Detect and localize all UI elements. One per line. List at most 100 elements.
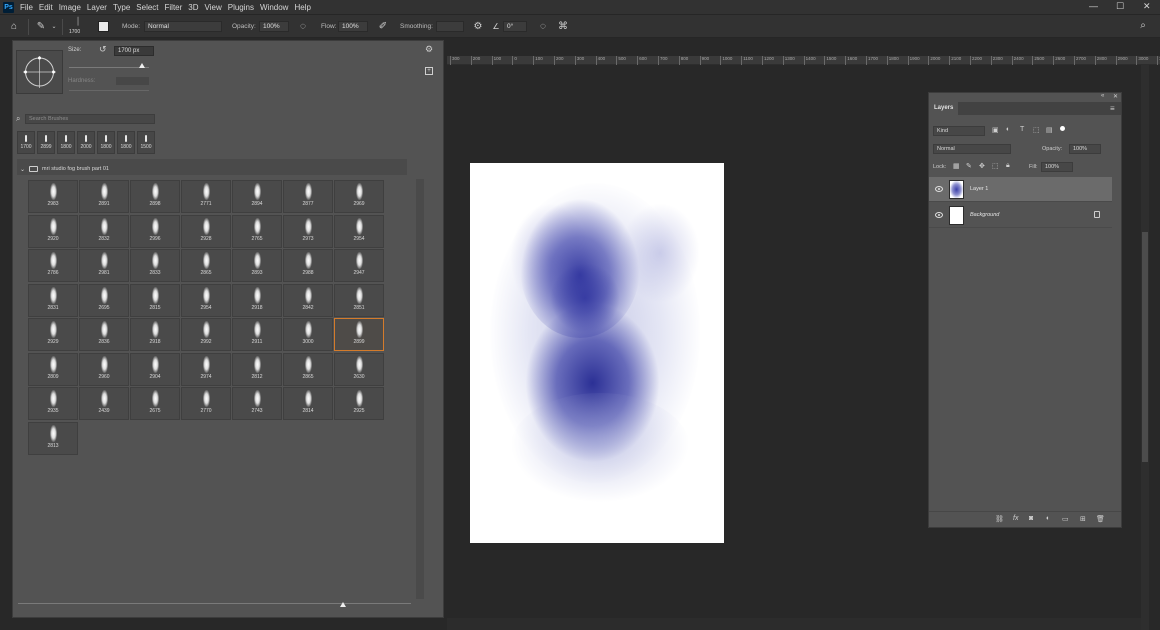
brush-preset[interactable]: 2935 [28,387,78,420]
brush-preset[interactable]: 2851 [334,283,384,317]
brush-preset[interactable]: 2439 [79,387,129,420]
recent-brush[interactable]: 1500 [137,131,155,154]
brush-preset[interactable]: 2809 [28,352,78,386]
brush-preset[interactable]: 2891 [79,180,129,213]
panel-menu-icon[interactable]: ≡ [1110,104,1115,113]
filter-pixel-icon[interactable]: ▣ [992,126,999,134]
brush-tip-preview[interactable] [16,50,63,94]
menu-file[interactable]: File [20,3,33,12]
brush-preset[interactable]: 2899 [334,318,384,351]
brush-preset[interactable]: 2925 [334,387,384,420]
brush-preset[interactable]: 2988 [283,249,333,282]
link-icon[interactable]: ⛓ [995,515,1004,523]
new-brush-icon[interactable]: + [425,67,433,75]
brush-preset[interactable]: 2918 [130,318,180,351]
close-panel-icon[interactable]: ✕ [1113,93,1118,100]
brush-preset[interactable]: 2920 [28,214,78,248]
brush-preset[interactable]: 2894 [232,180,282,213]
lock-position-icon[interactable]: ✥ [979,162,985,170]
preview-size-slider-thumb[interactable] [340,602,346,607]
brush-tool-icon[interactable]: ✎ [35,21,47,33]
chevron-down-icon[interactable]: ⌄ [20,166,25,173]
brush-preset[interactable]: 2786 [28,249,78,282]
vertical-scrollbar-thumb[interactable] [1142,232,1148,462]
pressure-size-icon[interactable]: ◌ [537,21,549,33]
menu-layer[interactable]: Layer [87,3,107,12]
size-slider-thumb[interactable] [139,63,145,68]
flow-field[interactable]: 100% [338,21,368,32]
collapse-panel-icon[interactable]: « [1101,93,1104,99]
filter-smart-object-icon[interactable]: ▤ [1046,126,1053,134]
folder-icon[interactable]: ▭ [1062,515,1069,523]
pressure-opacity-icon[interactable]: ◌ [297,21,309,33]
brush-preset[interactable]: 2630 [334,352,384,386]
brush-preset[interactable]: 2831 [28,283,78,317]
horizontal-ruler[interactable]: 300 200 100 0 100 200 300 400 500 600 700 800 900 100… [447,56,1160,65]
brush-preset[interactable]: 2771 [181,180,231,213]
filter-adjustment-icon[interactable]: ◐ [1006,126,1010,133]
brush-preset[interactable]: 2842 [283,283,333,317]
preview-size-slider-track[interactable] [18,603,411,604]
brush-preset[interactable]: 2992 [181,318,231,351]
menu-select[interactable]: Select [136,3,158,12]
layer-name[interactable]: Background [970,212,999,218]
filter-shape-icon[interactable]: ⬚ [1033,126,1040,134]
brush-preset[interactable]: 2813 [28,421,78,455]
brush-preset[interactable]: 2743 [232,387,282,420]
menu-help[interactable]: Help [294,3,310,12]
brush-panel-scrollbar[interactable] [416,179,424,599]
brush-preset[interactable]: 2960 [79,352,129,386]
menu-window[interactable]: Window [260,3,288,12]
airbrush-icon[interactable]: ✐ [377,21,389,33]
trash-icon[interactable]: 🗑︎ [1096,515,1105,523]
gear-icon[interactable]: ⚙ [472,21,484,33]
lock-all-icon[interactable]: 🔒︎ [1006,162,1010,170]
layer-name[interactable]: Layer 1 [970,186,988,192]
filter-kind-select[interactable]: Kind [933,126,985,136]
filter-toggle-icon[interactable] [1060,126,1065,131]
brush-preset[interactable]: 2675 [130,387,180,420]
brush-preset[interactable]: 2954 [334,214,384,248]
menu-view[interactable]: View [205,3,222,12]
brush-preset[interactable]: 2770 [181,387,231,420]
opacity-field[interactable]: 100% [259,21,289,32]
brush-preset[interactable]: 2836 [79,318,129,351]
reset-size-icon[interactable]: ↺ [99,44,107,55]
document-canvas[interactable] [470,163,724,543]
recent-brush[interactable]: 2000 [77,131,95,154]
tab-layers[interactable]: Layers [929,102,959,115]
brush-preset[interactable]: 3000 [283,318,333,351]
recent-brush[interactable]: 1700 [17,131,35,154]
brush-preset[interactable]: 2911 [232,318,282,351]
symmetry-icon[interactable]: ⌘ [557,21,569,33]
blend-mode-select[interactable]: Normal [933,144,1011,154]
brush-preset[interactable]: 2898 [130,180,180,213]
brush-preset[interactable]: 2981 [79,249,129,282]
layer-row-layer-1[interactable]: Layer 1 [929,177,1112,202]
recent-brush[interactable]: 1800 [57,131,75,154]
search-icon[interactable]: ⌕ [1137,20,1149,32]
brush-preset[interactable]: 2695 [79,283,129,317]
brush-preset[interactable]: 2947 [334,249,384,282]
lock-transparent-icon[interactable]: ▦ [953,162,960,170]
visibility-eye-icon[interactable] [935,212,943,218]
menu-3d[interactable]: 3D [188,3,198,12]
chevron-down-icon[interactable]: ⌄ [48,21,60,33]
angle-wheel-icon[interactable] [17,51,62,93]
recent-brush[interactable]: 1800 [117,131,135,154]
minimize-button[interactable]: — [1089,1,1098,11]
size-slider-track[interactable] [69,67,149,68]
brush-preset[interactable]: 2969 [334,180,384,213]
menu-type[interactable]: Type [113,3,130,12]
new-layer-icon[interactable]: ⊞ [1080,515,1086,523]
maximize-button[interactable]: ☐ [1116,1,1124,12]
brush-preset[interactable]: 2893 [232,249,282,282]
recent-brush[interactable]: 1800 [97,131,115,154]
menu-plugins[interactable]: Plugins [228,3,254,12]
horizontal-scrollbar[interactable] [447,618,1141,630]
brush-preset[interactable]: 2974 [181,352,231,386]
photoshop-logo[interactable]: Ps [3,1,14,13]
brush-preset[interactable]: 2928 [181,214,231,248]
brush-preset[interactable]: 2877 [283,180,333,213]
brush-preset[interactable]: 2815 [130,283,180,317]
